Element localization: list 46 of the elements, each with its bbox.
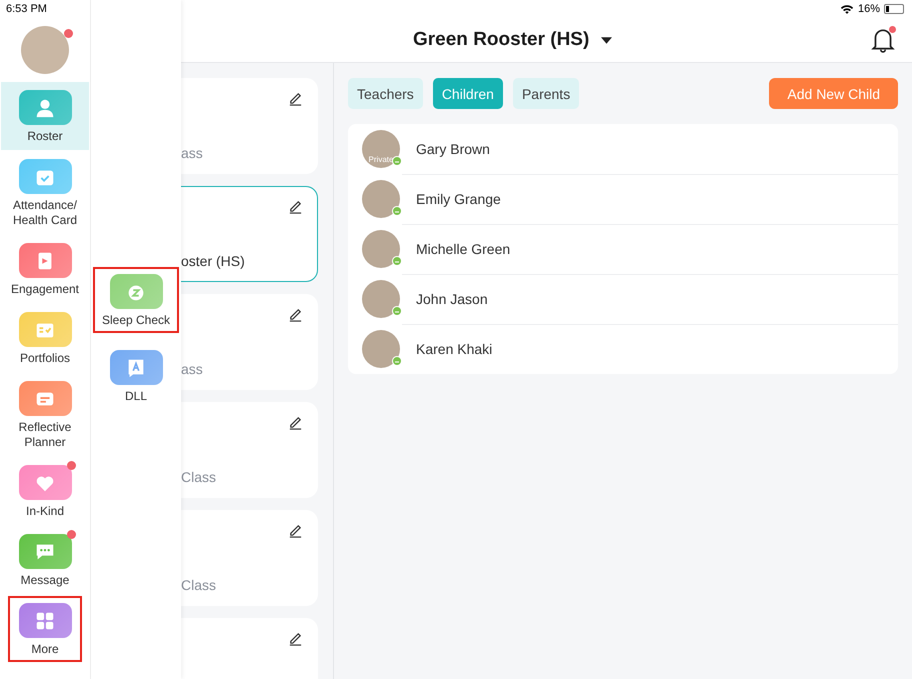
class-title-dropdown[interactable]: Green Rooster (HS): [413, 29, 612, 51]
battery-icon: [884, 4, 904, 14]
private-label: Private: [368, 155, 394, 164]
pencil-icon[interactable]: [288, 307, 303, 322]
wifi-icon: [840, 4, 854, 14]
battery-percent: 16%: [858, 3, 880, 15]
pencil-icon[interactable]: [288, 199, 303, 214]
avatar-placeholder: [362, 180, 400, 218]
smiley-icon: [392, 256, 402, 266]
pencil-icon[interactable]: [288, 631, 303, 646]
sidebar-item[interactable]: Message: [1, 526, 89, 594]
avatar-placeholder: [362, 280, 400, 318]
smiley-icon: [392, 306, 402, 316]
tab[interactable]: Teachers: [348, 78, 423, 109]
status-time: 6:53 PM: [5, 2, 47, 17]
child-name[interactable]: Emily Grange: [416, 191, 501, 207]
caret-icon: [601, 36, 612, 44]
class-name: oster (HS): [181, 253, 245, 269]
sidebar-item[interactable]: Reflective Planner: [1, 373, 89, 456]
class-name: ass: [181, 145, 203, 161]
avatar-placeholder: [362, 230, 400, 268]
menu-item[interactable]: DLL: [92, 342, 180, 410]
class-card[interactable]: oster (HS): [181, 186, 318, 282]
avatar-placeholder: [362, 330, 400, 368]
child-name[interactable]: Karen Khaki: [416, 341, 492, 357]
sidebar-item[interactable]: Engagement: [1, 235, 89, 303]
tab[interactable]: Parents: [512, 78, 580, 109]
child-name[interactable]: John Jason: [416, 291, 488, 307]
bell-icon[interactable]: [870, 26, 896, 54]
sidebar-item[interactable]: Attendance/ Health Card: [1, 151, 89, 234]
pencil-icon[interactable]: [288, 523, 303, 538]
smiley-icon: [392, 206, 402, 216]
smiley-icon: [392, 356, 402, 366]
sidebar-item[interactable]: Roster: [1, 82, 89, 150]
sidebar-item[interactable]: Portfolios: [1, 304, 89, 372]
sidebar-item[interactable]: In-Kind: [1, 457, 89, 525]
pencil-icon[interactable]: [288, 415, 303, 430]
class-name: Class: [181, 469, 216, 485]
menu-item[interactable]: Sleep Check: [92, 266, 180, 334]
child-name[interactable]: Michelle Green: [416, 241, 510, 257]
class-name: ass: [181, 361, 203, 377]
pencil-icon[interactable]: [288, 91, 303, 106]
smiley-icon: [392, 156, 402, 166]
sidebar-item[interactable]: More: [7, 595, 83, 663]
class-name: Class: [181, 577, 216, 593]
child-name[interactable]: Gary Brown: [416, 141, 490, 157]
